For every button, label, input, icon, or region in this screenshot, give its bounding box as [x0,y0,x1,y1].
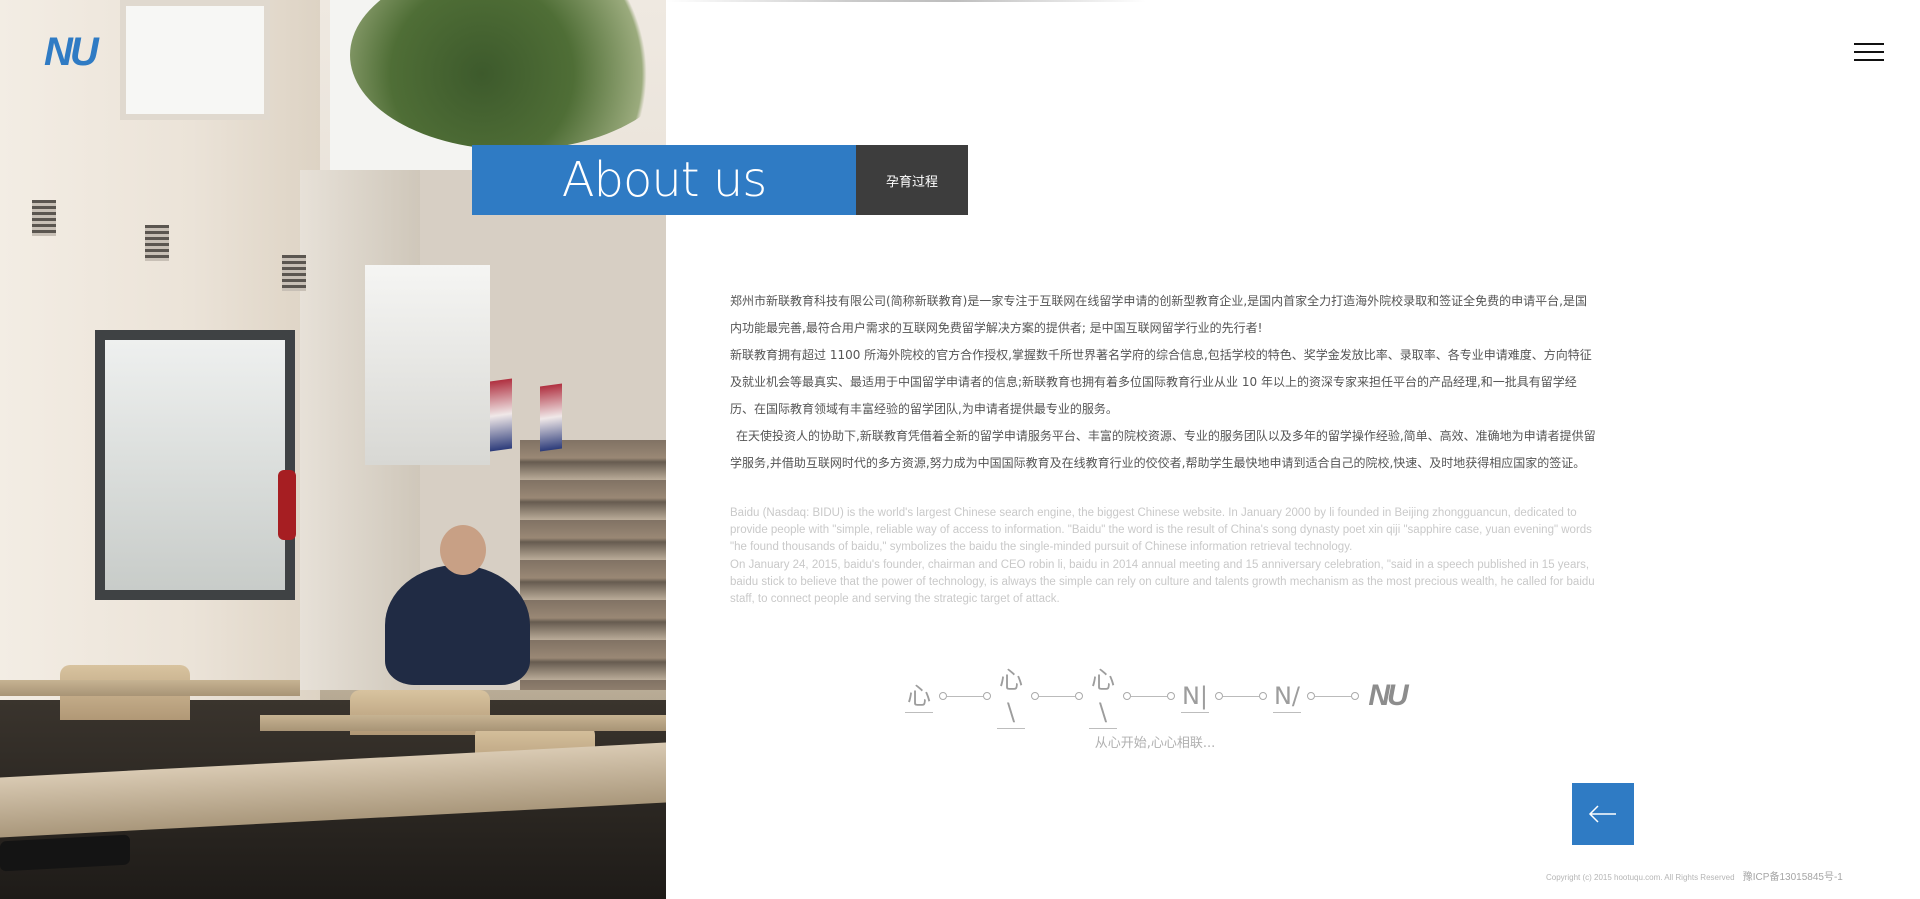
tab-label: 孕育过程 [885,174,938,190]
intro-en-paragraph: On January 24, 2015, baidu's founder, ch… [730,558,1595,606]
arrow-left-icon [1588,805,1616,823]
intro-english: Baidu (Nasdaq: BIDU) is the world's larg… [730,505,1598,608]
site-logo[interactable]: NU [44,30,110,74]
evolution-stage: N/ [1273,680,1301,713]
copyright-text: Copyright (c) 2015 hootuqu.com. All Righ… [1546,873,1735,882]
evolution-stage: 心\ [1089,664,1117,729]
logo-text: NU [44,30,99,74]
logo-evolution: 心 心\ 心\ N| N/ NU [905,666,1409,729]
intro-paragraph: 在天使投资人的协助下,新联教育凭借着全新的留学申请服务平台、丰富的院校资源、专业… [730,429,1596,470]
hero-photo [0,0,666,899]
slogan: 从心开始,心心相联... [1094,736,1216,751]
evolution-stage: N| [1181,680,1209,713]
top-divider [666,0,1146,2]
evolution-stage-final: NU [1368,679,1408,712]
intro-chinese: 郑州市新联教育科技有限公司(简称新联教育)是一家专注于互联网在线留学申请的创新型… [730,288,1598,477]
hamburger-menu-icon[interactable] [1854,40,1884,64]
back-button[interactable] [1572,783,1634,845]
section-title: About us [561,152,768,208]
evolution-stage: 心\ [997,664,1025,729]
icp-license-link[interactable]: 豫ICP备13015845号-1 [1743,872,1843,883]
section-title-box: About us [472,145,856,215]
footer: Copyright (c) 2015 hootuqu.com. All Righ… [1546,868,1843,883]
intro-paragraph: 新联教育拥有超过 1100 所海外院校的官方合作授权,掌握数千所世界著名学府的综… [730,348,1592,416]
evolution-stage: 心 [905,680,933,713]
intro-en-paragraph: Baidu (Nasdaq: BIDU) is the world's larg… [730,507,1592,554]
tab-incubation-process[interactable]: 孕育过程 [856,145,968,215]
intro-paragraph: 郑州市新联教育科技有限公司(简称新联教育)是一家专注于互联网在线留学申请的创新型… [730,294,1587,335]
